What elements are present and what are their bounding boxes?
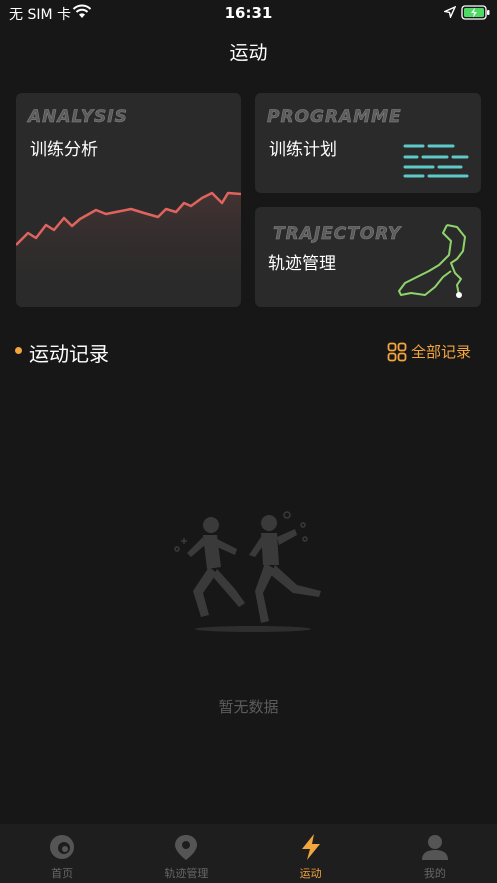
grid-icon: [387, 342, 407, 361]
user-icon: [421, 835, 448, 860]
tab-sport[interactable]: 运动: [249, 824, 373, 883]
home-icon: [50, 835, 75, 859]
status-bar: 无 SIM 卡 16:31: [0, 0, 497, 28]
battery-icon: [461, 5, 490, 20]
analysis-cn-title: 训练分析: [30, 140, 98, 160]
programme-card[interactable]: PROGRAMME 训练计划: [255, 93, 481, 193]
location-arrow-icon: [444, 6, 456, 18]
tab-trajectory[interactable]: 轨迹管理: [124, 824, 248, 883]
analysis-trend-graphic: [16, 191, 241, 307]
page-title: 运动: [229, 42, 268, 64]
section-title: 运动记录: [29, 342, 109, 366]
tab-trajectory-label: 轨迹管理: [164, 867, 209, 880]
analysis-card[interactable]: ANALYSIS 训练分析: [16, 93, 241, 307]
route-map-graphic: [398, 224, 466, 298]
plan-lines-graphic: [403, 144, 469, 178]
tab-mine[interactable]: 我的: [373, 824, 497, 883]
programme-en-title: PROGRAMME: [267, 107, 402, 128]
tab-bar: 首页 轨迹管理 运动 我的: [0, 824, 497, 883]
tab-mine-label: 我的: [423, 867, 446, 880]
lightning-icon: [301, 834, 320, 860]
tab-home[interactable]: 首页: [0, 824, 124, 883]
empty-state-text: 暂无数据: [218, 698, 279, 716]
section-dot: [15, 347, 22, 354]
location-pin-icon: [175, 835, 198, 860]
analysis-en-title: ANALYSIS: [28, 107, 128, 128]
trajectory-card[interactable]: TRAJECTORY 轨迹管理: [255, 207, 481, 307]
all-records-button[interactable]: 全部记录: [387, 341, 471, 362]
trajectory-en-title: TRAJECTORY: [273, 224, 402, 245]
clock: 16:31: [224, 4, 273, 22]
runners-illustration: [174, 511, 321, 632]
tab-home-label: 首页: [51, 867, 74, 880]
all-records-label: 全部记录: [411, 343, 472, 361]
tab-sport-label: 运动: [299, 867, 322, 880]
programme-cn-title: 训练计划: [269, 140, 337, 160]
trajectory-cn-title: 轨迹管理: [268, 254, 336, 274]
